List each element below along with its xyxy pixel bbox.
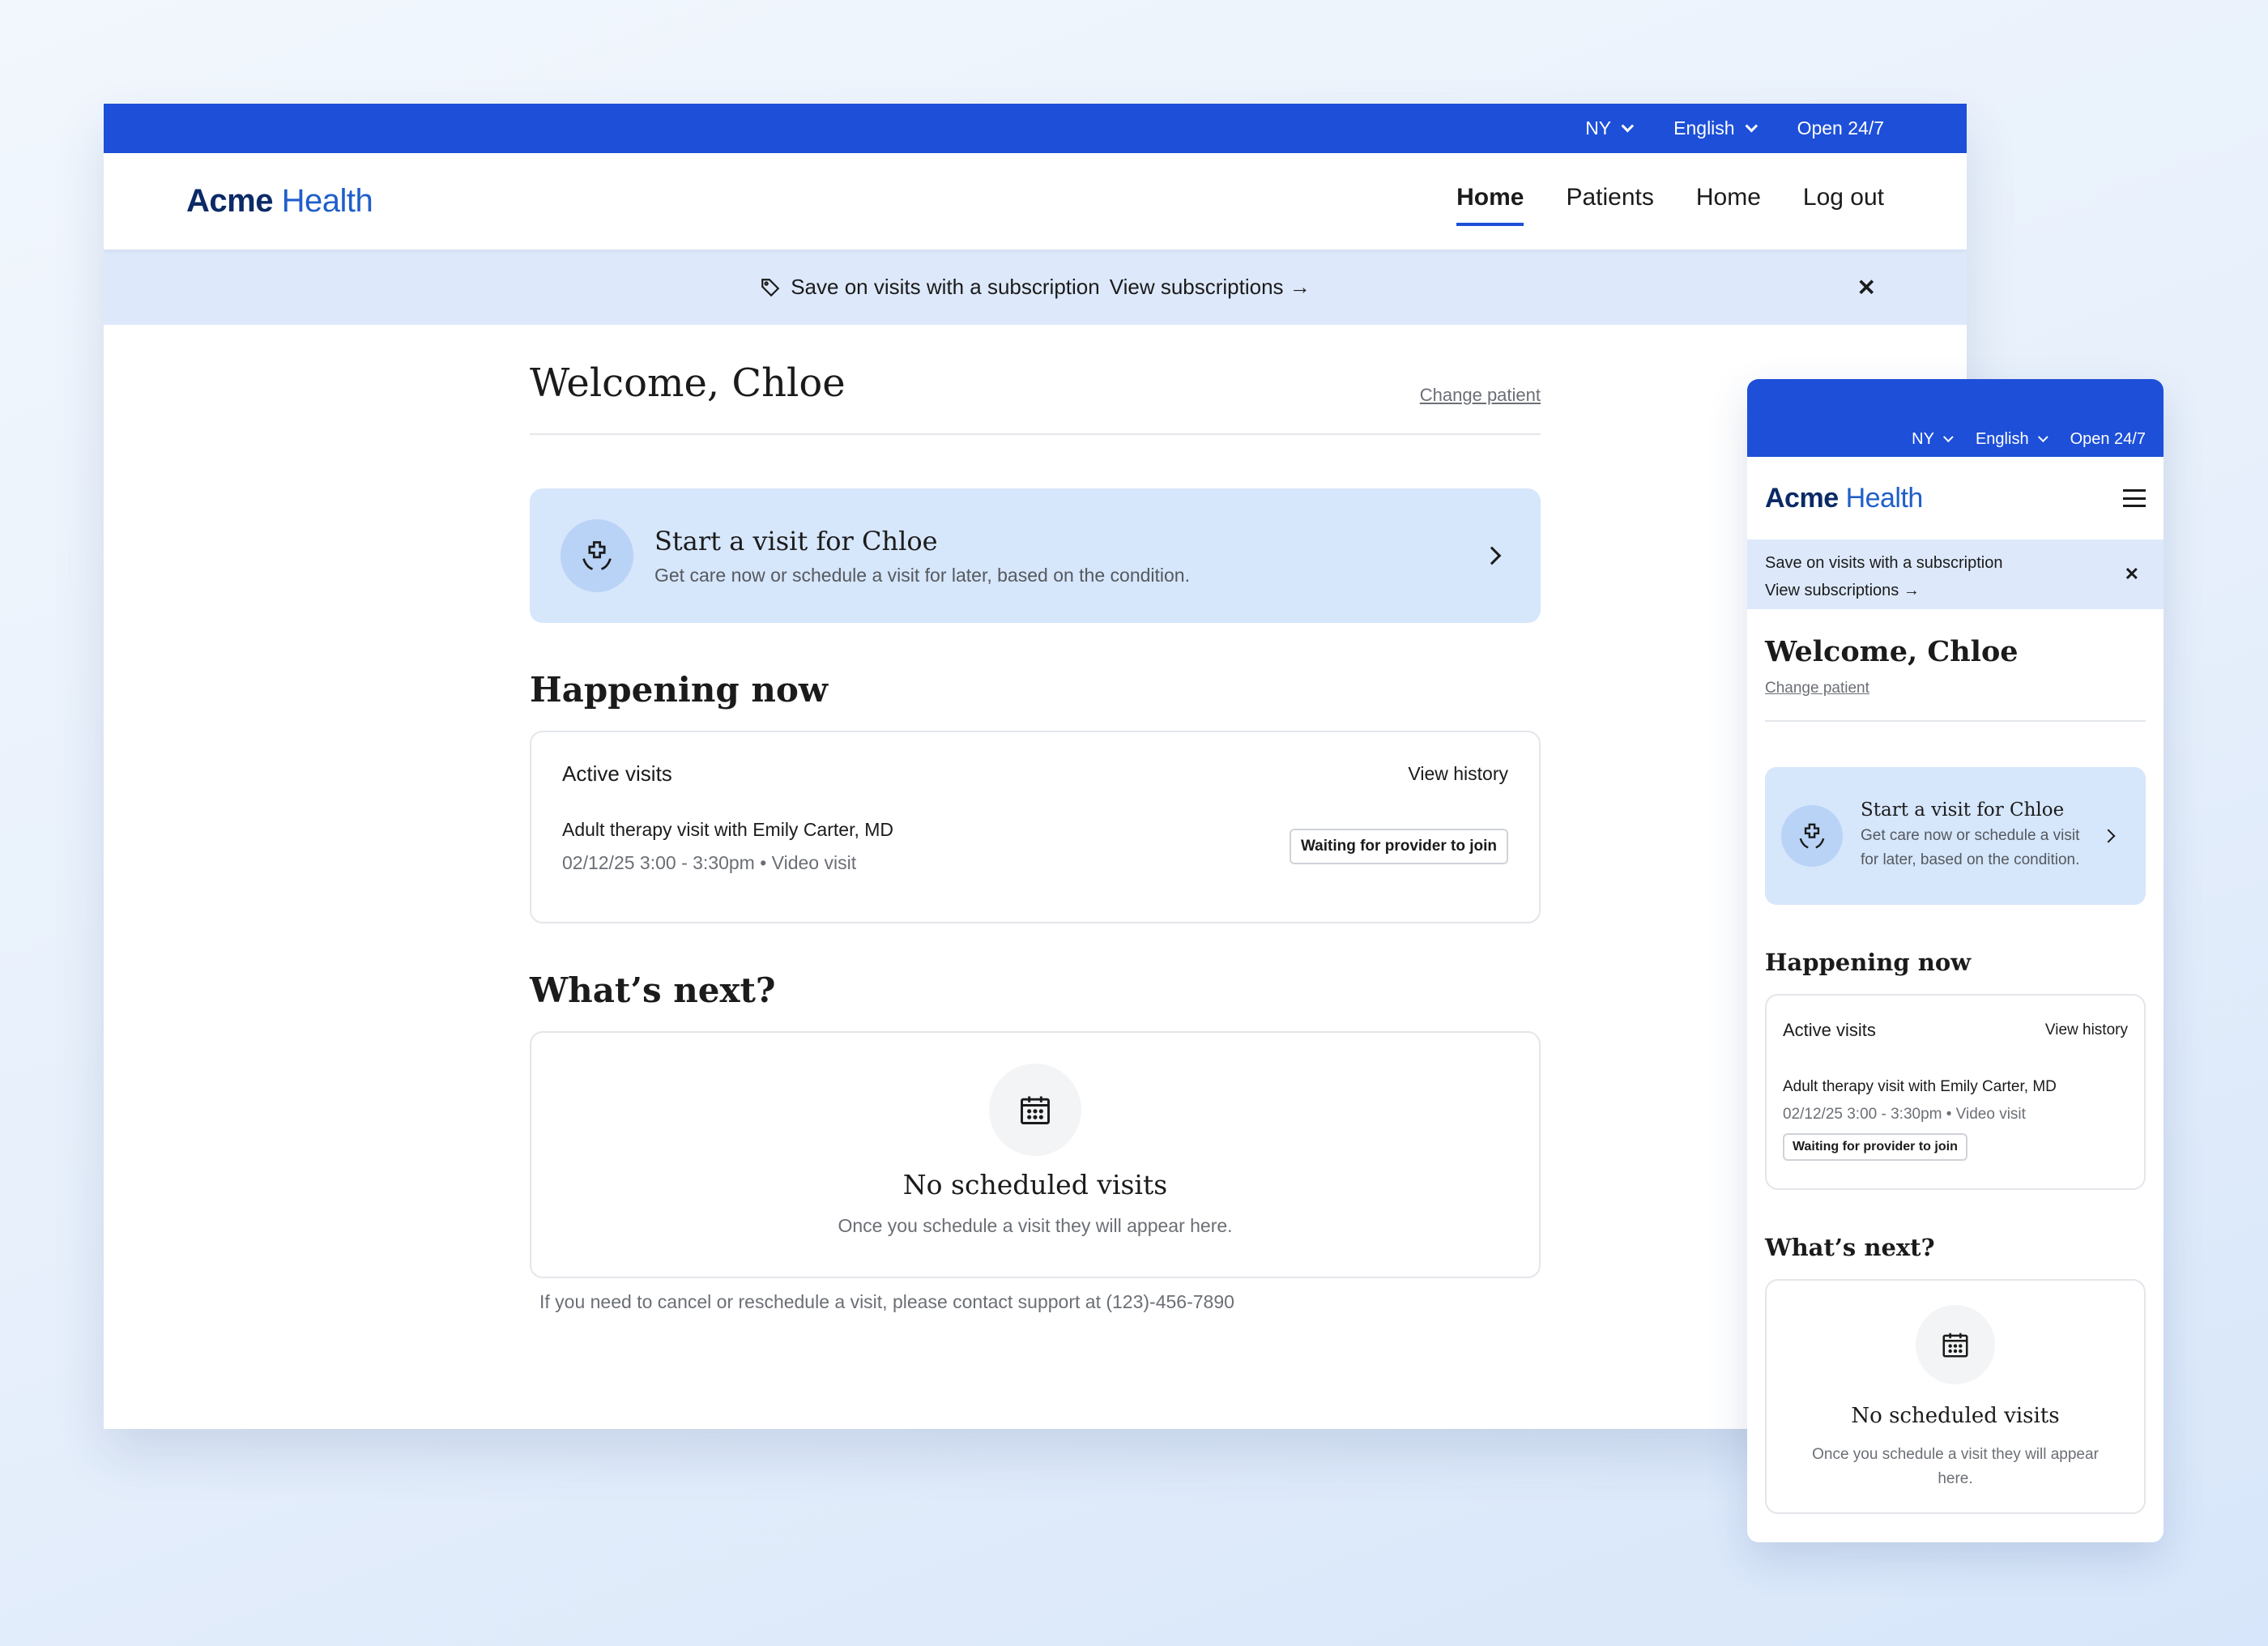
mobile-happening-now-heading: Happening now [1765, 949, 1972, 976]
mobile-visit-title: Adult therapy visit with Emily Carter, M… [1783, 1078, 2057, 1095]
mobile-utility-bar: NY English Open 24/7 [1747, 379, 2164, 457]
mobile-active-visits-card: Active visits View history Adult therapy… [1765, 994, 2146, 1190]
calendar-icon [989, 1064, 1081, 1156]
whats-next-heading: What’s next? [530, 970, 776, 1010]
mobile-brand-logo[interactable]: Acme Health [1765, 483, 1923, 514]
mobile-scheduled-visits-card: No scheduled visits Once you schedule a … [1765, 1279, 2146, 1514]
empty-state-title: No scheduled visits [902, 1169, 1168, 1200]
mobile-region-selector[interactable]: NY [1912, 430, 1954, 449]
chevron-down-icon [1942, 432, 1954, 443]
mobile-status-badge: Waiting for provider to join [1783, 1133, 1967, 1161]
mobile-language-selector[interactable]: English [1975, 430, 2048, 449]
close-icon[interactable]: ✕ [2125, 561, 2139, 588]
site-header: Acme Health Home Patients Home Log out [104, 153, 1967, 249]
calendar-icon [1916, 1305, 1995, 1384]
mobile-active-visits-title: Active visits [1783, 1020, 1876, 1040]
mobile-main-content: Welcome, Chloe Change patient Start a vi… [1747, 635, 2164, 1514]
mobile-start-visit-title: Start a visit for Chloe [1861, 800, 2065, 821]
chevron-down-icon [2037, 432, 2048, 443]
mobile-empty-state-title: No scheduled visits [1851, 1404, 2060, 1428]
start-visit-text: Start a visit for Chloe Get care now or … [654, 526, 1190, 586]
hours-text: Open 24/7 [1797, 117, 1884, 139]
mobile-start-visit-card[interactable]: Start a visit for Chloe Get care now or … [1765, 767, 2146, 905]
visit-row[interactable]: Adult therapy visit with Emily Carter, M… [562, 819, 1508, 874]
mobile-page-title: Welcome, Chloe [1765, 635, 2019, 668]
promo-banner: Save on visits with a subscription View … [104, 249, 1967, 325]
welcome-row: Welcome, Chloe Change patient [530, 360, 1541, 435]
caring-hands-icon [1781, 805, 1843, 867]
active-visits-header: Active visits View history [562, 761, 1508, 787]
chevron-right-icon [1482, 546, 1502, 565]
start-visit-title: Start a visit for Chloe [654, 525, 938, 556]
mobile-empty-state-subtitle: Once you schedule a visit they will appe… [1812, 1446, 2099, 1487]
utility-bar: NY English Open 24/7 [104, 104, 1967, 153]
empty-state-subtitle: Once you schedule a visit they will appe… [838, 1215, 1233, 1236]
happening-now-heading: Happening now [530, 670, 829, 710]
start-visit-subtitle: Get care now or schedule a visit for lat… [654, 564, 1190, 586]
active-visits-card: Active visits View history Adult therapy… [530, 731, 1541, 923]
mobile-promo-link[interactable]: View subscriptions → [1765, 582, 1920, 599]
mobile-active-visits-header: Active visits View history [1783, 1020, 2128, 1041]
chevron-down-icon [1745, 119, 1758, 133]
brand-logo[interactable]: Acme Health [186, 183, 373, 220]
chevron-right-icon [2101, 829, 2116, 843]
language-selector[interactable]: English [1673, 117, 1758, 139]
change-patient-link[interactable]: Change patient [1420, 385, 1541, 406]
main-content: Welcome, Chloe Change patient Start a vi… [530, 360, 1541, 1313]
mobile-brand-logo-light: Health [1845, 482, 1924, 514]
scheduled-visits-card: No scheduled visits Once you schedule a … [530, 1031, 1541, 1278]
mobile-visit-meta: 02/12/25 3:00 - 3:30pm • Video visit [1783, 1106, 2026, 1123]
region-label: NY [1585, 117, 1612, 139]
status-badge: Waiting for provider to join [1289, 829, 1508, 864]
mobile-start-visit-subtitle: Get care now or schedule a visit for lat… [1861, 827, 2080, 868]
mobile-whats-next-heading: What’s next? [1765, 1234, 1935, 1261]
mobile-promo-banner: Save on visits with a subscription View … [1747, 539, 2164, 609]
visit-info: Adult therapy visit with Emily Carter, M… [562, 819, 893, 874]
promo-link[interactable]: View subscriptions → [1110, 275, 1311, 300]
nav-patients[interactable]: Patients [1566, 177, 1653, 226]
start-visit-card[interactable]: Start a visit for Chloe Get care now or … [530, 488, 1541, 623]
tag-icon [761, 278, 780, 296]
nav-home[interactable]: Home [1456, 177, 1524, 226]
nav-log-out[interactable]: Log out [1803, 177, 1884, 226]
mobile-change-patient-link[interactable]: Change patient [1765, 680, 1869, 697]
mobile-change-patient-row: Change patient [1765, 680, 2146, 722]
chevron-down-icon [1621, 119, 1635, 133]
close-icon[interactable]: ✕ [1857, 274, 1876, 301]
mobile-region-label: NY [1912, 430, 1934, 448]
menu-icon[interactable] [2123, 489, 2146, 507]
brand-logo-light: Health [281, 183, 373, 219]
mobile-start-visit-text: Start a visit for Chloe Get care now or … [1861, 800, 2095, 872]
support-note: If you need to cancel or reschedule a vi… [539, 1291, 1234, 1312]
promo-text: Save on visits with a subscription [791, 275, 1100, 299]
view-history-link[interactable]: View history [1408, 763, 1508, 785]
mobile-window: NY English Open 24/7 Acme Health Save on… [1747, 379, 2164, 1542]
visit-title: Adult therapy visit with Emily Carter, M… [562, 819, 894, 840]
mobile-hours-text: Open 24/7 [2070, 430, 2146, 448]
mobile-view-history-link[interactable]: View history [2045, 1021, 2128, 1039]
visit-meta: 02/12/25 3:00 - 3:30pm • Video visit [562, 852, 857, 873]
mobile-header: Acme Health [1747, 457, 2164, 539]
desktop-window: NY English Open 24/7 Acme Health Home Pa… [104, 104, 1967, 1429]
brand-logo-bold: Acme [186, 183, 273, 219]
mobile-promo-text: Save on visits with a subscription [1765, 554, 2003, 572]
mobile-brand-logo-bold: Acme [1765, 482, 1839, 514]
language-label: English [1673, 117, 1735, 139]
active-visits-title: Active visits [562, 761, 672, 786]
page-title: Welcome, Chloe [530, 360, 846, 406]
mobile-visit-row[interactable]: Adult therapy visit with Emily Carter, M… [1783, 1078, 2128, 1161]
mobile-language-label: English [1975, 430, 2029, 448]
main-nav: Home Patients Home Log out [1456, 177, 1884, 226]
nav-home-secondary[interactable]: Home [1696, 177, 1761, 226]
caring-hands-icon [561, 519, 633, 592]
region-selector[interactable]: NY [1585, 117, 1635, 139]
